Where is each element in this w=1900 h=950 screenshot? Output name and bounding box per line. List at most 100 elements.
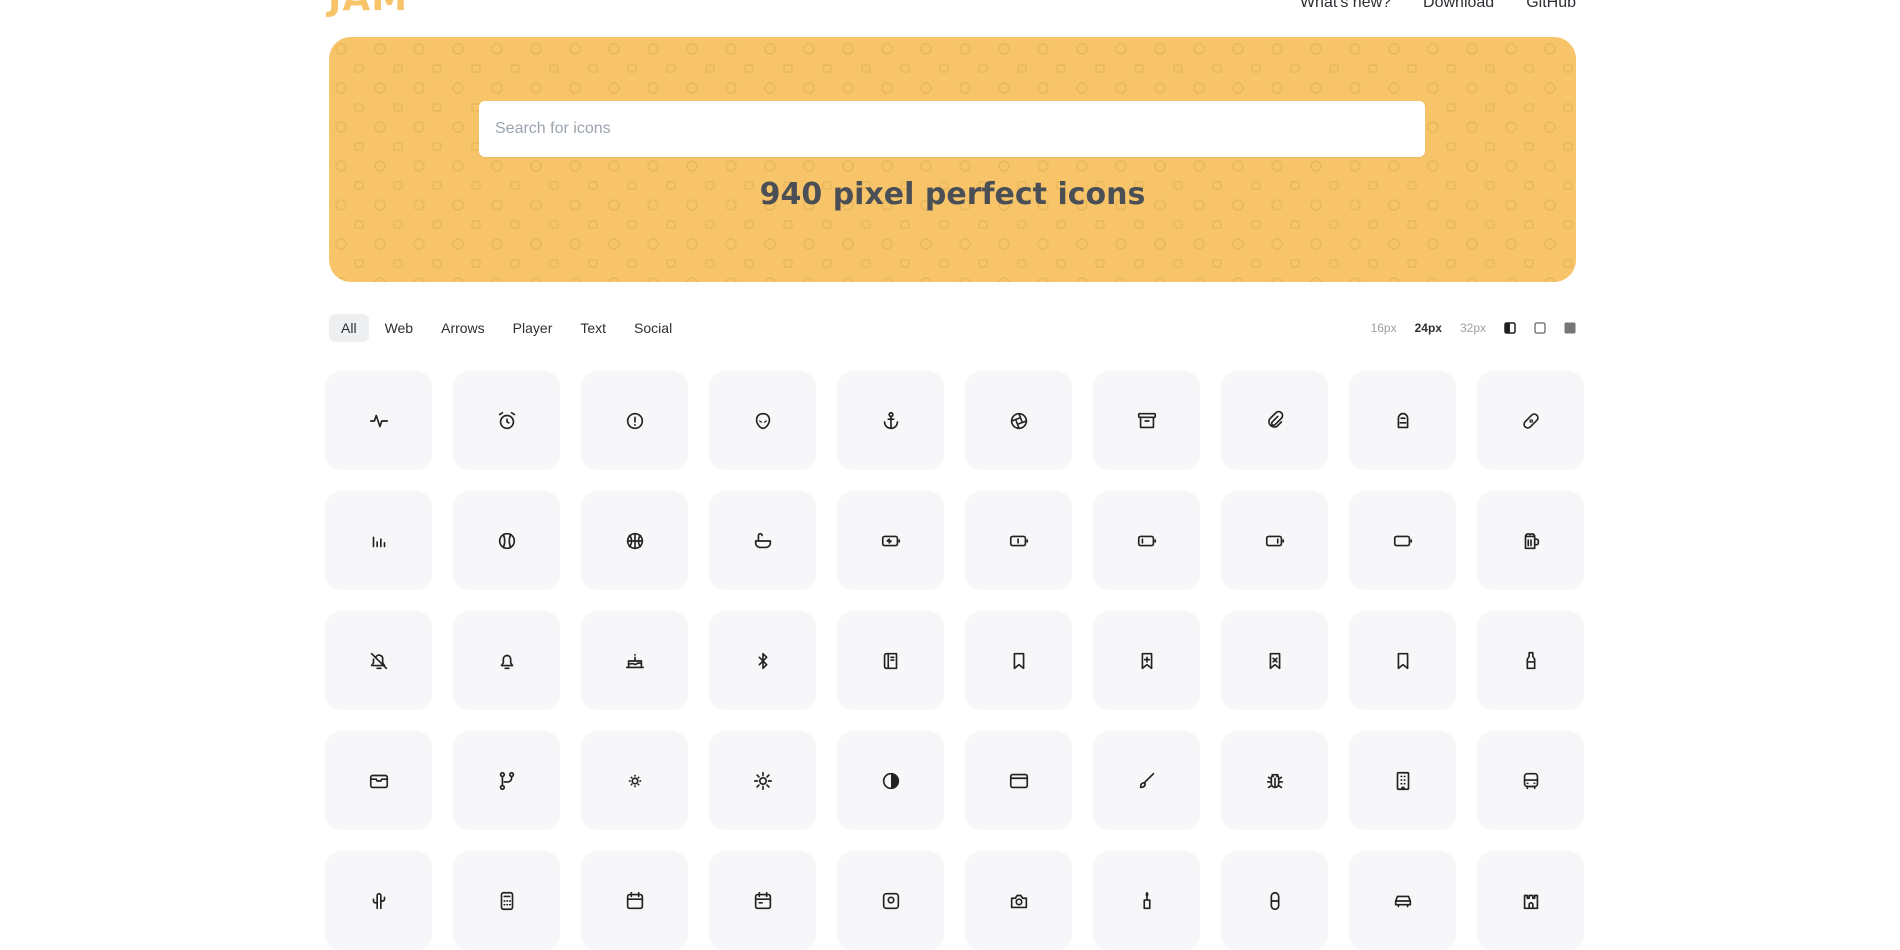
icon-tile[interactable] xyxy=(581,611,688,710)
bell-off-icon xyxy=(370,652,387,669)
search-input[interactable] xyxy=(479,101,1425,157)
icon-tile[interactable] xyxy=(1093,371,1200,470)
size-24px-option[interactable]: 24px xyxy=(1415,321,1442,335)
icon-tile[interactable] xyxy=(1477,851,1584,950)
beer-icon xyxy=(1524,532,1539,549)
bell-icon xyxy=(500,654,513,669)
bar-chart-icon xyxy=(372,536,385,547)
contrast-icon xyxy=(882,772,899,789)
battery-three-quarters-icon xyxy=(1265,535,1284,546)
icon-tile[interactable] xyxy=(709,851,816,950)
bookmark-minus-icon xyxy=(1013,652,1024,669)
icon-tile[interactable] xyxy=(837,491,944,590)
icon-tile[interactable] xyxy=(965,491,1072,590)
icon-tile[interactable] xyxy=(453,371,560,470)
icon-tile[interactable] xyxy=(325,491,432,590)
icon-tile[interactable] xyxy=(1093,611,1200,710)
basketball-icon xyxy=(626,532,643,549)
icon-tile[interactable] xyxy=(1349,731,1456,830)
candle-icon xyxy=(1142,891,1151,909)
top-nav: What's new? Download GitHub xyxy=(1300,0,1576,12)
icon-tile[interactable] xyxy=(1093,851,1200,950)
top-navbar: JAM What's new? Download GitHub xyxy=(0,0,1900,19)
category-tabs: All Web Arrows Player Text Social xyxy=(329,314,684,342)
icon-tile[interactable] xyxy=(1477,491,1584,590)
nav-link-download[interactable]: Download xyxy=(1423,0,1494,12)
nav-link-whats-new[interactable]: What's new? xyxy=(1300,0,1391,12)
icon-tile[interactable] xyxy=(965,731,1072,830)
icon-tile[interactable] xyxy=(837,371,944,470)
alert-icon xyxy=(626,412,643,429)
baseball-icon xyxy=(498,532,515,549)
icon-tile[interactable] xyxy=(1477,731,1584,830)
icon-tile[interactable] xyxy=(837,851,944,950)
icon-tile[interactable] xyxy=(837,731,944,830)
filled-style-icon[interactable] xyxy=(1564,322,1576,334)
icon-pattern-background xyxy=(329,37,1576,282)
outline-style-icon[interactable] xyxy=(1534,322,1546,334)
icon-tile[interactable] xyxy=(1349,851,1456,950)
icon-tile[interactable] xyxy=(709,731,816,830)
icon-tile[interactable] xyxy=(1221,371,1328,470)
icon-tile[interactable] xyxy=(325,851,432,950)
icon-tile[interactable] xyxy=(325,731,432,830)
tab-all[interactable]: All xyxy=(329,314,369,342)
filter-toolbar: All Web Arrows Player Text Social 16px 2… xyxy=(329,314,1576,342)
cactus-icon xyxy=(372,892,385,909)
camera-alt-icon xyxy=(1010,894,1027,908)
icon-tile[interactable] xyxy=(453,491,560,590)
book-icon xyxy=(883,652,897,669)
icon-tile[interactable] xyxy=(837,611,944,710)
icon-tile[interactable] xyxy=(965,611,1072,710)
tab-text[interactable]: Text xyxy=(568,314,618,342)
icon-tile[interactable] xyxy=(1221,491,1328,590)
search-box xyxy=(479,101,1425,157)
bath-icon xyxy=(754,532,771,548)
icon-tile[interactable] xyxy=(581,371,688,470)
bookmark-remove-icon xyxy=(1269,652,1280,669)
icon-tile[interactable] xyxy=(325,611,432,710)
icon-tile[interactable] xyxy=(709,371,816,470)
anchor-icon xyxy=(883,411,898,429)
tab-player[interactable]: Player xyxy=(501,314,565,342)
bandage-icon xyxy=(1522,412,1539,429)
icon-tile[interactable] xyxy=(581,731,688,830)
icon-tile[interactable] xyxy=(965,851,1072,950)
icon-tile[interactable] xyxy=(453,731,560,830)
brand-logo[interactable]: JAM xyxy=(328,0,408,19)
brush-icon xyxy=(1139,772,1154,788)
tab-social[interactable]: Social xyxy=(622,314,684,342)
icon-tile[interactable] xyxy=(1477,371,1584,470)
bug-icon xyxy=(1266,773,1283,788)
icon-tile[interactable] xyxy=(1349,491,1456,590)
calculator-icon xyxy=(500,891,513,910)
icon-tile[interactable] xyxy=(1349,611,1456,710)
icon-tile[interactable] xyxy=(581,491,688,590)
nav-link-github[interactable]: GitHub xyxy=(1526,0,1576,12)
icon-tile[interactable] xyxy=(453,611,560,710)
icon-tile[interactable] xyxy=(1221,851,1328,950)
size-16px-option[interactable]: 16px xyxy=(1371,321,1397,335)
tab-arrows[interactable]: Arrows xyxy=(429,314,497,342)
car-icon xyxy=(1394,895,1411,907)
icon-tile[interactable] xyxy=(965,371,1072,470)
battery-low-icon xyxy=(1137,535,1156,546)
camera-icon xyxy=(882,892,899,909)
icon-tile[interactable] xyxy=(453,851,560,950)
building-icon xyxy=(1396,771,1409,790)
icon-tile[interactable] xyxy=(709,611,816,710)
icon-tile[interactable] xyxy=(1221,731,1328,830)
icon-tile[interactable] xyxy=(1093,731,1200,830)
size-32px-option[interactable]: 32px xyxy=(1460,321,1486,335)
icon-tile[interactable] xyxy=(709,491,816,590)
icon-tile[interactable] xyxy=(1477,611,1584,710)
icon-tile[interactable] xyxy=(1221,611,1328,710)
icon-tile[interactable] xyxy=(581,851,688,950)
tab-web[interactable]: Web xyxy=(373,314,426,342)
icon-tile[interactable] xyxy=(1349,371,1456,470)
battery-empty-icon xyxy=(1393,535,1412,546)
icon-tile[interactable] xyxy=(1093,491,1200,590)
bus-icon xyxy=(1523,772,1538,789)
icon-tile[interactable] xyxy=(325,371,432,470)
half-filled-style-icon[interactable] xyxy=(1504,322,1516,334)
